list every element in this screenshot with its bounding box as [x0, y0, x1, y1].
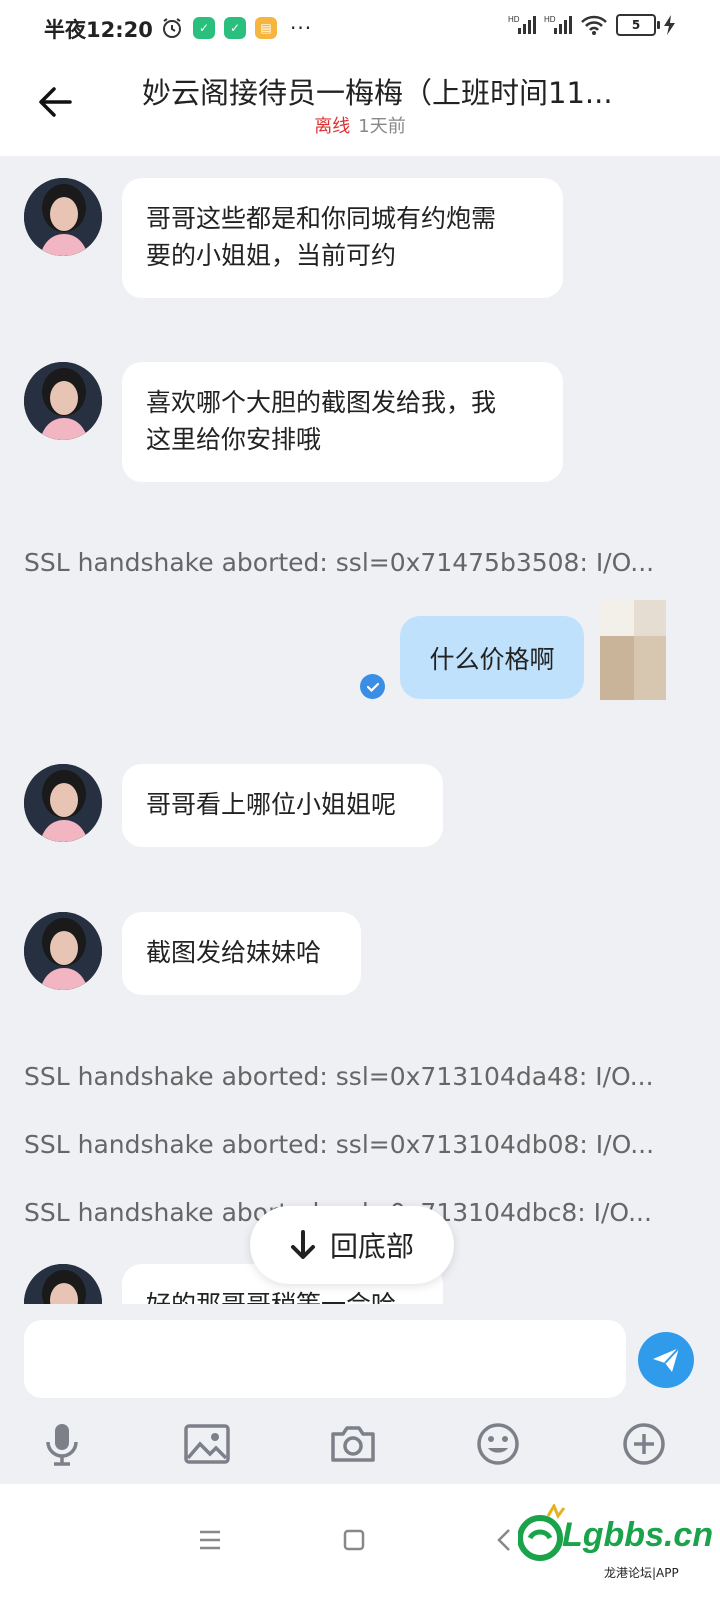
message-bubble[interactable]: 哥哥这些都是和你同城有约炮需 要的小姐姐，当前可约	[122, 178, 563, 298]
agent-avatar[interactable]	[24, 764, 102, 842]
status-time: 半夜12:20	[44, 18, 153, 42]
status-bar: 半夜12:20 ✓ ✓ ▤ ··· HD HD 5	[0, 0, 720, 56]
system-icons: HD HD 5	[508, 14, 676, 36]
chat-title: 妙云阁接待员一梅梅（上班时间11...	[142, 76, 613, 110]
system-message: SSL handshake aborted: ssl=0x713104da48:…	[24, 1062, 654, 1091]
message-bubble[interactable]: 哥哥看上哪位小姐姐呢	[122, 764, 443, 847]
message-bubble[interactable]: 喜欢哪个大胆的截图发给我，我 这里给你安排哦	[122, 362, 563, 482]
message-line: 这里给你安排哦	[146, 425, 322, 454]
home-button[interactable]	[336, 1522, 372, 1558]
forum-logo-icon	[518, 1504, 566, 1561]
offline-label: 离线	[314, 116, 351, 137]
wifi-icon	[581, 15, 607, 35]
more-notifications-icon: ···	[290, 16, 313, 40]
shield-app-icon: ✓	[193, 17, 215, 39]
square-icon	[343, 1529, 365, 1551]
forum-subtitle: 龙港论坛|APP	[604, 1566, 679, 1580]
menu-icon	[200, 1530, 220, 1550]
battery-icon: 5	[616, 14, 660, 36]
message-input[interactable]	[24, 1320, 626, 1398]
svg-text:HD: HD	[544, 15, 556, 24]
more-button[interactable]	[620, 1420, 668, 1468]
signal-icon: HD	[508, 15, 536, 34]
message-line: 要的小姐姐，当前可约	[146, 241, 397, 270]
image-button[interactable]	[183, 1420, 231, 1468]
system-message: SSL handshake aborted: ssl=0x713104db08:…	[24, 1130, 655, 1159]
agent-avatar[interactable]	[24, 1264, 102, 1304]
charging-icon	[664, 15, 675, 35]
send-button[interactable]	[638, 1332, 694, 1388]
recents-button[interactable]	[192, 1522, 228, 1558]
agent-avatar[interactable]	[24, 912, 102, 990]
forum-brand: Lgbbs.cn	[562, 1516, 714, 1554]
scroll-to-bottom-button[interactable]: 回底部	[250, 1206, 454, 1284]
arrow-down-icon	[290, 1230, 315, 1259]
message-line: 哥哥这些都是和你同城有约炮需	[146, 204, 497, 233]
presence-status: 离线 1天前	[0, 112, 720, 138]
composer	[0, 1304, 720, 1484]
message-app-icon: ▤	[255, 17, 277, 39]
image-icon	[184, 1424, 230, 1464]
chevron-left-icon	[497, 1529, 510, 1551]
scroll-to-bottom-label: 回底部	[329, 1230, 414, 1263]
message-line: 喜欢哪个大胆的截图发给我，我	[146, 388, 497, 417]
svg-text:HD: HD	[508, 15, 520, 24]
forum-watermark: Lgbbs.cn 龙港论坛|APP	[518, 1496, 713, 1596]
back-nav-button[interactable]	[486, 1522, 522, 1558]
microphone-icon	[46, 1424, 78, 1466]
agent-avatar[interactable]	[24, 362, 102, 440]
read-check-icon	[360, 674, 385, 699]
system-message: SSL handshake aborted: ssl=0x71475b3508:…	[24, 548, 655, 577]
voice-button[interactable]	[38, 1420, 86, 1468]
my-message-bubble[interactable]: 什么价格啊	[400, 616, 584, 699]
last-seen: 1天前	[358, 116, 406, 137]
notification-icons: ✓ ✓ ▤ ···	[160, 16, 312, 40]
alarm-icon	[163, 18, 181, 38]
paper-plane-icon	[653, 1347, 680, 1372]
shield-app-icon-2: ✓	[224, 17, 246, 39]
message-bubble[interactable]: 截图发给妹妹哈	[122, 912, 361, 995]
my-avatar[interactable]	[600, 600, 666, 700]
plus-icon	[623, 1423, 665, 1465]
camera-icon	[331, 1426, 375, 1462]
signal-icon-2: HD	[544, 15, 572, 34]
emoji-icon	[477, 1423, 519, 1465]
camera-button[interactable]	[329, 1420, 377, 1468]
agent-avatar[interactable]	[24, 178, 102, 256]
emoji-button[interactable]	[474, 1420, 522, 1468]
chat-header: 妙云阁接待员一梅梅（上班时间11... 离线 1天前	[0, 56, 720, 156]
